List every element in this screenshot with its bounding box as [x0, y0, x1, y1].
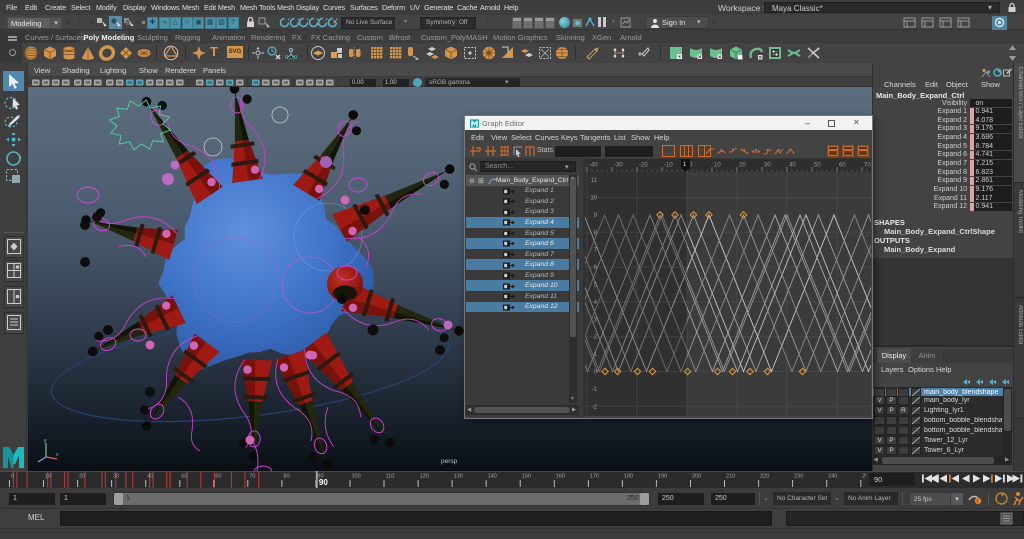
svg-text:200: 200 [692, 474, 701, 480]
svg-text:70: 70 [249, 474, 255, 480]
svg-text:150: 150 [522, 474, 531, 480]
svg-text:110: 110 [386, 474, 395, 480]
svg-text:-10: -10 [664, 163, 673, 169]
svg-text:70: 70 [864, 163, 871, 169]
svg-text:0: 0 [11, 474, 14, 480]
svg-text:10: 10 [590, 196, 597, 202]
svg-text:180: 180 [624, 474, 633, 480]
svg-text:30: 30 [764, 163, 771, 169]
svg-text:11: 11 [591, 178, 598, 184]
svg-text:30: 30 [113, 474, 119, 480]
svg-text:-40: -40 [589, 163, 598, 169]
svg-text:-30: -30 [614, 163, 623, 169]
svg-text:250: 250 [862, 474, 866, 480]
svg-text:80: 80 [283, 474, 289, 480]
svg-text:120: 120 [420, 474, 429, 480]
svg-text:40: 40 [147, 474, 153, 480]
svg-text:-1: -1 [592, 387, 598, 393]
svg-text:-20: -20 [639, 163, 648, 169]
svg-text:50: 50 [814, 163, 821, 169]
svg-text:90: 90 [319, 478, 328, 487]
svg-text:140: 140 [488, 474, 497, 480]
svg-text:60: 60 [839, 163, 846, 169]
svg-text:20: 20 [79, 474, 85, 480]
svg-text:210: 210 [726, 474, 735, 480]
svg-text:240: 240 [828, 474, 837, 480]
svg-text:130: 130 [454, 474, 463, 480]
svg-text:20: 20 [739, 163, 746, 169]
svg-text:230: 230 [794, 474, 803, 480]
svg-text:10: 10 [45, 474, 51, 480]
svg-text:40: 40 [789, 163, 796, 169]
svg-text:60: 60 [215, 474, 221, 480]
svg-text:10: 10 [714, 163, 721, 169]
svg-text:170: 170 [590, 474, 599, 480]
svg-text:160: 160 [556, 474, 565, 480]
svg-text:50: 50 [181, 474, 187, 480]
svg-text:100: 100 [352, 474, 361, 480]
svg-text:190: 190 [658, 474, 667, 480]
svg-text:-2: -2 [592, 404, 598, 410]
svg-text:220: 220 [760, 474, 769, 480]
